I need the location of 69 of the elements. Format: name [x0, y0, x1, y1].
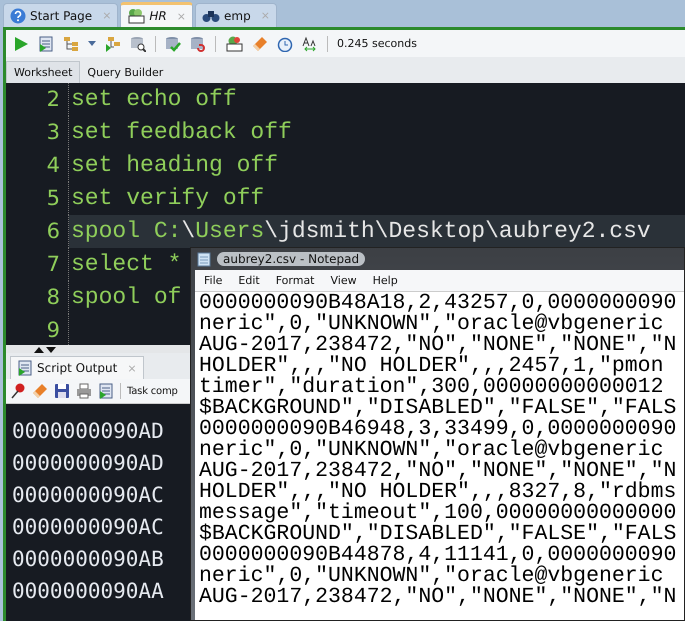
- menu-item[interactable]: Edit: [238, 274, 260, 287]
- text-line: AUG-2017,238472,"NO","NONE","NONE","N: [199, 461, 678, 482]
- help-icon: [10, 8, 26, 24]
- text-line: AUG-2017,238472,"NO","NONE","NONE","N: [199, 335, 678, 356]
- code-line: set feedback off: [71, 119, 292, 145]
- output-line: 0000000090AA: [11, 578, 164, 605]
- pin-icon[interactable]: [10, 383, 26, 399]
- code-line: spool of: [71, 284, 182, 310]
- editor-tab[interactable]: Start Page ×: [3, 3, 118, 27]
- worksheet-tab[interactable]: Worksheet: [6, 61, 80, 83]
- eraser-icon[interactable]: [32, 383, 48, 399]
- output-line: 0000000090AC: [11, 514, 164, 541]
- notepad-icon: [197, 251, 211, 267]
- editor-tab[interactable]: HR ×: [120, 2, 193, 27]
- text-line: timer","duration",300,00000000000012: [199, 377, 664, 398]
- line-number: 5: [6, 182, 69, 215]
- line-number: 2: [6, 83, 69, 116]
- text-line: neric",0,"UNKNOWN","oracle@vbgeneric: [199, 314, 664, 335]
- code-line: set verify off: [71, 185, 264, 211]
- editor-tab[interactable]: emp ×: [195, 3, 277, 27]
- worksheet-tab[interactable]: Query Builder: [80, 62, 170, 83]
- task-status: Task comp: [127, 386, 178, 396]
- execution-time: 0.245 seconds: [337, 37, 417, 50]
- run-icon[interactable]: [13, 36, 29, 52]
- collapse-arrows-icon[interactable]: [34, 346, 56, 352]
- output-line: 0000000090AD: [11, 450, 164, 477]
- save-icon[interactable]: [54, 383, 70, 399]
- code-line: select *: [71, 251, 182, 277]
- text-line: 0000000090B44878,4,11141,0,0000000090: [199, 545, 678, 566]
- window-title: aubrey2.csv - Notepad: [217, 252, 366, 266]
- output-line: 0000000090AB: [11, 546, 164, 573]
- binoculars-icon: [202, 8, 220, 22]
- font-case-icon[interactable]: [302, 36, 318, 52]
- run-script-icon[interactable]: [98, 383, 114, 399]
- caret-icon[interactable]: [88, 41, 96, 46]
- line-number: 8: [6, 281, 69, 314]
- output-line: 0000000090AD: [11, 418, 164, 445]
- text-line: $BACKGROUND","DISABLED","FALSE","FALS: [199, 398, 678, 419]
- line-number: 7: [6, 248, 69, 281]
- output-line: 0000000090AC: [11, 482, 164, 509]
- script-output-tab[interactable]: Script Output ×: [10, 356, 144, 379]
- eraser-icon[interactable]: [252, 36, 268, 52]
- text-line: HOLDER",,,"NO HOLDER",,,8327,8,"rdbms: [199, 482, 678, 503]
- text-line: HOLDER",,,"NO HOLDER",,,2457,1,"pmon: [199, 356, 664, 377]
- text-line: AUG-2017,238472,"NO","NONE","NONE","N: [199, 587, 678, 608]
- text-line: $BACKGROUND","DISABLED","FALSE","FALS: [199, 524, 678, 545]
- database-undo-icon[interactable]: [190, 36, 206, 52]
- clock-icon[interactable]: [277, 36, 293, 52]
- line-number: 4: [6, 149, 69, 182]
- code-line: set echo off: [71, 86, 237, 112]
- database-search-icon[interactable]: [130, 36, 146, 52]
- database-check-icon[interactable]: [165, 36, 181, 52]
- run-script-icon[interactable]: [38, 36, 54, 52]
- run-script-icon: [17, 360, 33, 376]
- tree-icon[interactable]: [63, 36, 79, 52]
- print-icon[interactable]: [76, 383, 92, 399]
- text-line: 0000000090B48A18,2,43257,0,0000000090: [199, 293, 678, 314]
- text-line: neric",0,"UNKNOWN","oracle@vbgeneric: [199, 566, 664, 587]
- tree-icon[interactable]: [105, 36, 121, 52]
- text-line: message","timeout",100,00000000000000: [199, 503, 678, 524]
- menu-item[interactable]: File: [204, 274, 222, 287]
- text-line: 0000000090B46948,3,33499,0,0000000090: [199, 419, 678, 440]
- line-number: 3: [6, 116, 69, 149]
- code-line: set heading off: [71, 152, 278, 178]
- menu-item[interactable]: Help: [372, 274, 398, 287]
- menu-item[interactable]: Format: [276, 274, 314, 287]
- menu-item[interactable]: View: [330, 274, 357, 287]
- code-line: spool C:\Users\jdsmith\Desktop\aubrey2.csv: [71, 218, 651, 244]
- text-line: neric",0,"UNKNOWN","oracle@vbgeneric: [199, 440, 664, 461]
